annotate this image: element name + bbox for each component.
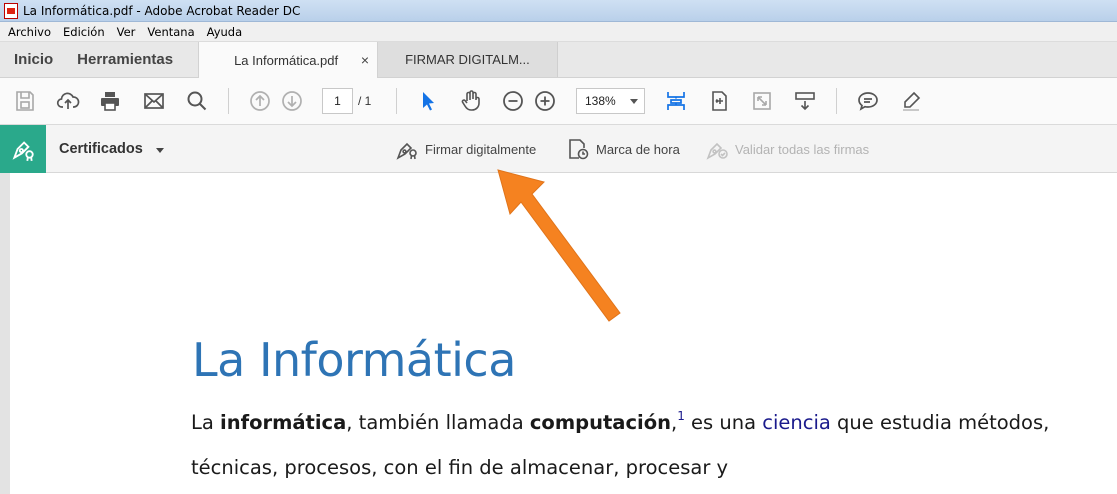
save-icon[interactable]: [12, 88, 38, 114]
fit-page-icon[interactable]: [663, 88, 689, 114]
pen-sign-icon: [396, 142, 417, 160]
text-run: , también llamada: [346, 411, 530, 434]
page-gutter: [0, 173, 10, 494]
menu-ver[interactable]: Ver: [111, 25, 142, 39]
menu-ayuda[interactable]: Ayuda: [201, 25, 249, 39]
text-run: es una: [684, 411, 763, 434]
bold-term-computacion: computación: [529, 411, 671, 434]
validate-all-signatures-button[interactable]: Validar todas las firmas: [705, 137, 869, 161]
close-tab-icon[interactable]: ×: [361, 52, 369, 68]
sign-digitally-label: Firmar digitalmente: [425, 141, 537, 157]
nav-home[interactable]: Inicio: [0, 42, 65, 77]
document-heading: La Informática: [192, 333, 516, 387]
toolbar-separator: [836, 88, 837, 114]
menu-archivo[interactable]: Archivo: [2, 25, 57, 39]
tab-row: Inicio Herramientas La Informática.pdf ×…: [0, 42, 1117, 79]
certificates-dropdown[interactable]: Certificados: [59, 141, 143, 157]
bold-term-informatica: informática: [220, 411, 347, 434]
email-icon[interactable]: [141, 88, 167, 114]
tab-firmar-digitalmente[interactable]: FIRMAR DIGITALM...: [378, 42, 559, 77]
sign-digitally-button[interactable]: Firmar digitalmente: [395, 137, 536, 161]
cloud-upload-icon[interactable]: [55, 88, 81, 114]
menu-ventana[interactable]: Ventana: [141, 25, 200, 39]
select-cursor-icon[interactable]: [415, 88, 441, 114]
link-ciencia[interactable]: ciencia: [762, 411, 831, 434]
main-toolbar: [0, 78, 1117, 125]
zoom-value: 138%: [585, 94, 616, 108]
tab-la-informatica[interactable]: La Informática.pdf ×: [198, 42, 379, 79]
search-icon[interactable]: [184, 88, 210, 114]
chevron-down-icon: [630, 99, 638, 104]
zoom-level-select[interactable]: 138%: [576, 88, 645, 114]
annotation-arrow-icon: [497, 169, 621, 322]
chevron-down-icon[interactable]: [156, 148, 164, 153]
acrobat-pdf-icon: [4, 2, 18, 19]
validate-all-signatures-label: Validar todas las firmas: [735, 141, 870, 157]
menu-edicion[interactable]: Edición: [57, 25, 111, 39]
timestamp-label: Marca de hora: [596, 141, 680, 157]
page-total-label: / 1: [358, 94, 372, 108]
text-run: que estudia métodos,: [830, 411, 1050, 434]
previous-page-icon[interactable]: [247, 88, 273, 114]
title-bar: La Informática.pdf - Adobe Acrobat Reade…: [0, 0, 1117, 22]
comment-icon[interactable]: [855, 88, 881, 114]
timestamp-button[interactable]: Marca de hora: [566, 137, 680, 161]
certificates-toolbar: Certificados Firmar digitalmente Marca d…: [0, 125, 1117, 173]
zoom-in-icon[interactable]: [532, 88, 558, 114]
menu-bar: Archivo Edición Ver Ventana Ayuda: [0, 22, 1117, 42]
full-screen-icon[interactable]: [749, 88, 775, 114]
tab-label: FIRMAR DIGITALM...: [405, 52, 530, 67]
hand-tool-icon[interactable]: [458, 88, 484, 114]
tab-label: La Informática.pdf: [234, 53, 339, 68]
toolbar-separator: [228, 88, 229, 114]
zoom-out-icon[interactable]: [500, 88, 526, 114]
document-paragraph-line-2: técnicas, procesos, con el fin de almace…: [191, 456, 729, 479]
window-title: La Informática.pdf - Adobe Acrobat Reade…: [23, 3, 301, 18]
nav-tools[interactable]: Herramientas: [65, 42, 185, 77]
validate-signatures-icon: [706, 142, 728, 160]
certificates-tool-icon[interactable]: [0, 125, 46, 173]
scroll-mode-icon[interactable]: [792, 88, 818, 114]
text-run: La: [191, 411, 221, 434]
toolbar-separator: [396, 88, 397, 114]
rotate-view-icon[interactable]: [706, 88, 732, 114]
page-number-input[interactable]: 1: [322, 88, 353, 114]
print-icon[interactable]: [97, 88, 123, 114]
document-paragraph-line-1: La informática, también llamada computac…: [191, 409, 1049, 434]
footnote-reference[interactable]: 1: [677, 409, 685, 423]
next-page-icon[interactable]: [279, 88, 305, 114]
timestamp-icon: [569, 139, 589, 160]
highlight-pen-icon[interactable]: [898, 88, 924, 114]
